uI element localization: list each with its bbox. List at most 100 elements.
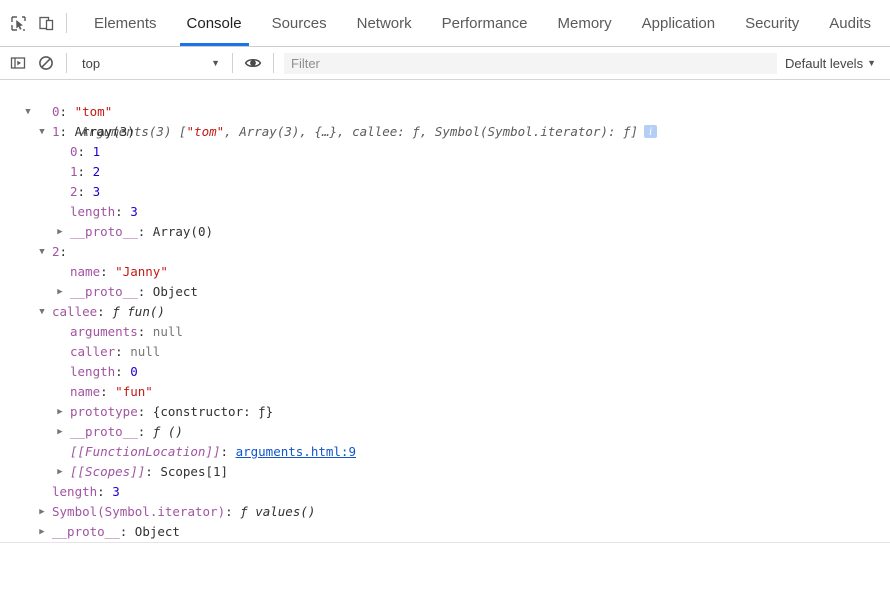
property-separator: : [120, 524, 135, 539]
tree-row[interactable]: __proto__: Object [0, 282, 890, 302]
chevron-down-icon: ▼ [867, 58, 876, 68]
property-key: __proto__ [70, 424, 138, 439]
tree-row[interactable]: prototype: {constructor: ƒ} [0, 402, 890, 422]
disclosure-triangle-icon[interactable] [54, 422, 66, 442]
tree-row[interactable]: name: "Janny" [0, 262, 890, 282]
tree-row[interactable]: name: "fun" [0, 382, 890, 402]
disclosure-triangle-icon[interactable] [36, 302, 48, 322]
property-key: arguments [70, 324, 138, 339]
row-indent [0, 484, 52, 499]
disclosure-triangle-icon[interactable] [54, 402, 66, 422]
console-message-header[interactable]: Arguments(3) ["tom", Array(3), {…}, call… [0, 82, 890, 102]
device-toolbar-icon[interactable] [32, 9, 60, 37]
property-separator: : [97, 304, 112, 319]
source-location-link[interactable]: arguments.html:9 [236, 444, 356, 459]
row-indent [0, 384, 70, 399]
property-key: [[FunctionLocation]] [70, 444, 221, 459]
disclosure-triangle-icon[interactable] [36, 122, 48, 142]
disclosure-triangle-icon[interactable] [36, 522, 48, 542]
console-prompt[interactable]: › [0, 543, 890, 546]
property-key: 1 [70, 164, 78, 179]
tree-row[interactable]: length: 0 [0, 362, 890, 382]
property-key: length [70, 364, 115, 379]
property-value: 1 [93, 144, 101, 159]
console-output[interactable]: Arguments(3) ["tom", Array(3), {…}, call… [0, 80, 890, 546]
disclosure-triangle-icon[interactable] [36, 242, 48, 262]
filterbar-divider-1 [66, 53, 67, 73]
tab-security[interactable]: Security [730, 0, 814, 46]
tree-row[interactable]: 2: 3 [0, 182, 890, 202]
disclosure-triangle-icon[interactable] [36, 502, 48, 522]
tab-sources[interactable]: Sources [257, 0, 342, 46]
tab-performance[interactable]: Performance [427, 0, 543, 46]
execution-context-dropdown[interactable]: top ▼ [73, 52, 226, 74]
tab-elements[interactable]: Elements [79, 0, 172, 46]
log-levels-dropdown[interactable]: Default levels ▼ [785, 56, 890, 71]
row-indent [0, 164, 70, 179]
property-separator: : [138, 224, 153, 239]
tree-row[interactable]: Symbol(Symbol.iterator): ƒ values() [0, 502, 890, 522]
filterbar-divider-3 [273, 53, 274, 73]
property-value: null [130, 344, 160, 359]
property-separator: : [138, 424, 153, 439]
property-value: Object [153, 284, 198, 299]
disclosure-triangle-icon[interactable] [54, 462, 66, 482]
property-value: ƒ values() [240, 504, 315, 519]
tree-row[interactable]: 1: Array(3) [0, 122, 890, 142]
tree-row[interactable]: [[Scopes]]: Scopes[1] [0, 462, 890, 482]
property-separator: : [78, 144, 93, 159]
property-key: 1 [52, 124, 60, 139]
tree-row[interactable]: callee: ƒ fun() [0, 302, 890, 322]
tree-row[interactable]: length: 3 [0, 482, 890, 502]
property-key: caller [70, 344, 115, 359]
tree-row[interactable]: arguments: null [0, 322, 890, 342]
property-separator: : [78, 184, 93, 199]
property-key: length [70, 204, 115, 219]
inspect-element-icon[interactable] [4, 9, 32, 37]
property-key: __proto__ [70, 284, 138, 299]
row-indent [0, 104, 52, 119]
filter-input[interactable] [284, 53, 777, 74]
property-value: Array(3) [75, 124, 135, 139]
tree-row[interactable]: 2: [0, 242, 890, 262]
disclosure-triangle-icon[interactable] [54, 282, 66, 302]
property-separator: : [97, 484, 112, 499]
property-separator: : [145, 464, 160, 479]
disclosure-triangle-icon[interactable] [54, 222, 66, 242]
tree-row[interactable]: 0: 1 [0, 142, 890, 162]
property-key: 0 [52, 104, 60, 119]
eye-icon[interactable] [239, 49, 267, 77]
tree-row[interactable]: [[FunctionLocation]]: arguments.html:9 [0, 442, 890, 462]
console-filterbar: top ▼ Default levels ▼ [0, 47, 890, 80]
property-value: null [153, 324, 183, 339]
tab-audits[interactable]: Audits [814, 0, 886, 46]
row-indent [0, 144, 70, 159]
tab-memory[interactable]: Memory [543, 0, 627, 46]
console-sidebar-icon[interactable] [4, 49, 32, 77]
tree-row[interactable]: __proto__: Object [0, 522, 890, 542]
tree-row[interactable]: 0: "tom" [0, 102, 890, 122]
property-key: __proto__ [70, 224, 138, 239]
clear-console-icon[interactable] [32, 49, 60, 77]
property-key: name [70, 384, 100, 399]
tab-application[interactable]: Application [627, 0, 730, 46]
property-key: __proto__ [52, 524, 120, 539]
execution-context-value: top [82, 56, 100, 71]
property-key: name [70, 264, 100, 279]
property-separator: : [221, 444, 236, 459]
property-separator: : [100, 264, 115, 279]
tab-network[interactable]: Network [342, 0, 427, 46]
tree-row[interactable]: 1: 2 [0, 162, 890, 182]
property-value: 0 [130, 364, 138, 379]
property-value: ƒ fun() [112, 304, 165, 319]
tree-row[interactable]: __proto__: Array(0) [0, 222, 890, 242]
property-key: [[Scopes]] [70, 464, 145, 479]
tree-row[interactable]: __proto__: ƒ () [0, 422, 890, 442]
tab-console[interactable]: Console [172, 0, 257, 46]
property-value: Array(0) [153, 224, 213, 239]
row-indent [0, 264, 70, 279]
tree-row[interactable]: caller: null [0, 342, 890, 362]
tree-row[interactable]: length: 3 [0, 202, 890, 222]
property-key: 2 [70, 184, 78, 199]
property-separator: : [225, 504, 240, 519]
